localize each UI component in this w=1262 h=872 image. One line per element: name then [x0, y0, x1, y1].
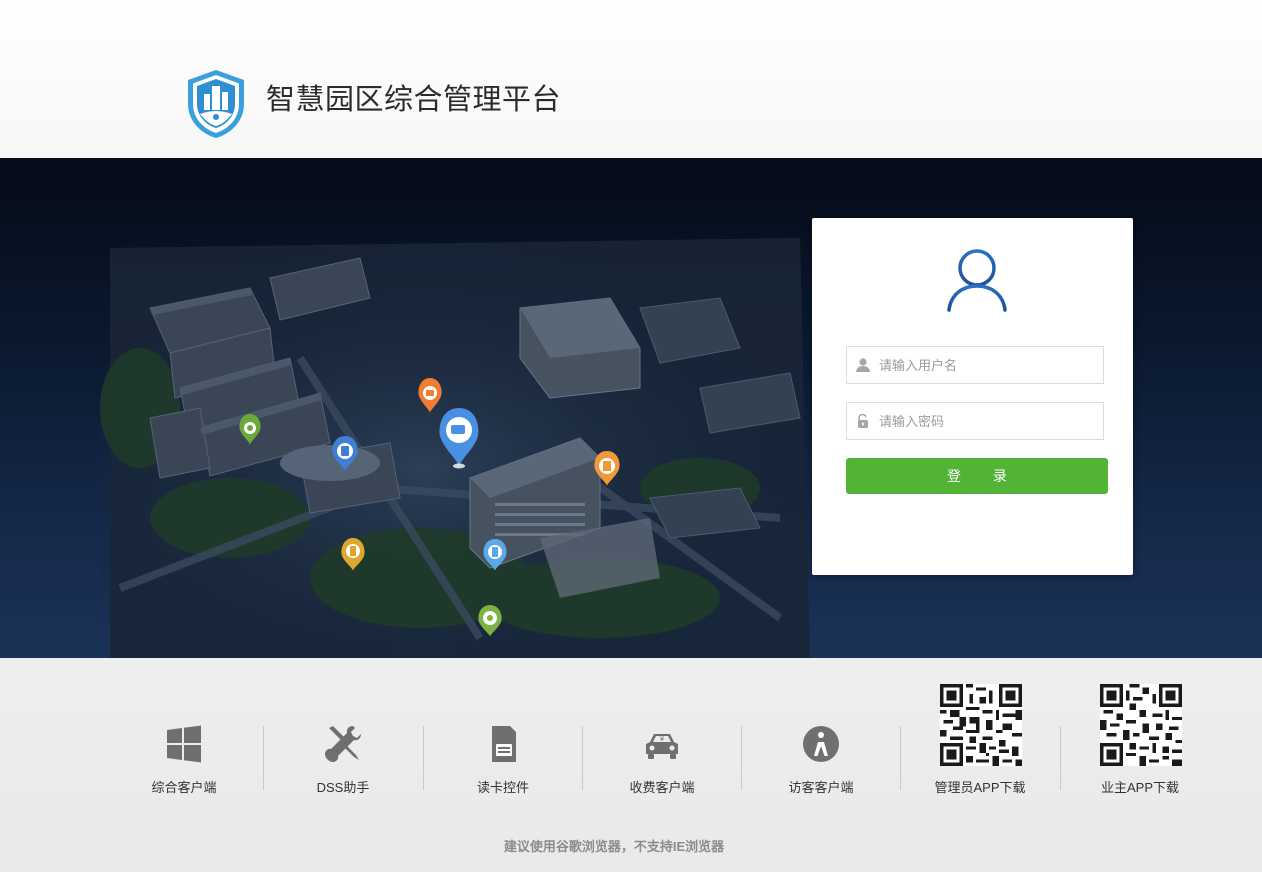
download-label: 综合客户端 — [151, 780, 217, 795]
download-owner-app[interactable]: 业主APP下载 — [1065, 678, 1215, 808]
user-avatar-icon — [947, 249, 1007, 312]
divider — [423, 726, 424, 790]
download-label: DSS助手 — [316, 780, 370, 795]
sim-card-icon — [492, 726, 516, 762]
username-input[interactable] — [879, 348, 1103, 382]
browser-notice: 建议使用谷歌浏览器，不支持IE浏览器 — [503, 839, 725, 854]
divider — [1060, 726, 1061, 790]
windows-icon — [167, 725, 201, 763]
download-dss-assistant[interactable]: DSS助手 — [268, 678, 418, 808]
download-footer: 综合客户端 DSS助手 读卡控件 ¥ 收费客户端 访客客户端 管理员APP下载 … — [0, 658, 1262, 872]
download-label: 收费客户端 — [629, 780, 695, 795]
download-label: 业主APP下载 — [1100, 780, 1179, 795]
download-label: 读卡控件 — [476, 780, 529, 795]
download-card-reader-control[interactable]: 读卡控件 — [428, 678, 578, 808]
login-button[interactable]: 登 录 — [846, 458, 1108, 494]
login-panel: 登 录 — [812, 218, 1133, 575]
download-label: 管理员APP下载 — [934, 780, 1026, 795]
qr-code-icon — [940, 684, 1022, 766]
password-input[interactable] — [879, 404, 1103, 438]
username-field[interactable] — [846, 346, 1104, 384]
divider — [263, 726, 264, 790]
download-admin-app[interactable]: 管理员APP下载 — [905, 678, 1055, 808]
download-label: 访客客户端 — [788, 780, 854, 795]
shield-building-icon — [188, 70, 244, 138]
car-fee-icon: ¥ — [646, 734, 678, 759]
divider — [582, 726, 583, 790]
divider — [741, 726, 742, 790]
page-header: 智慧园区综合管理平台 — [0, 0, 1262, 158]
divider — [900, 726, 901, 790]
password-field[interactable] — [846, 402, 1104, 440]
lock-icon — [847, 403, 879, 439]
user-icon — [847, 347, 879, 383]
download-fee-client[interactable]: ¥ 收费客户端 — [587, 678, 737, 808]
visitor-icon — [803, 726, 839, 762]
qr-code-icon — [1100, 684, 1182, 766]
svg-text:¥: ¥ — [660, 735, 665, 743]
tools-icon — [325, 726, 361, 762]
download-desktop-client[interactable]: 综合客户端 — [109, 678, 259, 808]
download-visitor-client[interactable]: 访客客户端 — [746, 678, 896, 808]
page-title: 智慧园区综合管理平台 — [266, 84, 562, 116]
